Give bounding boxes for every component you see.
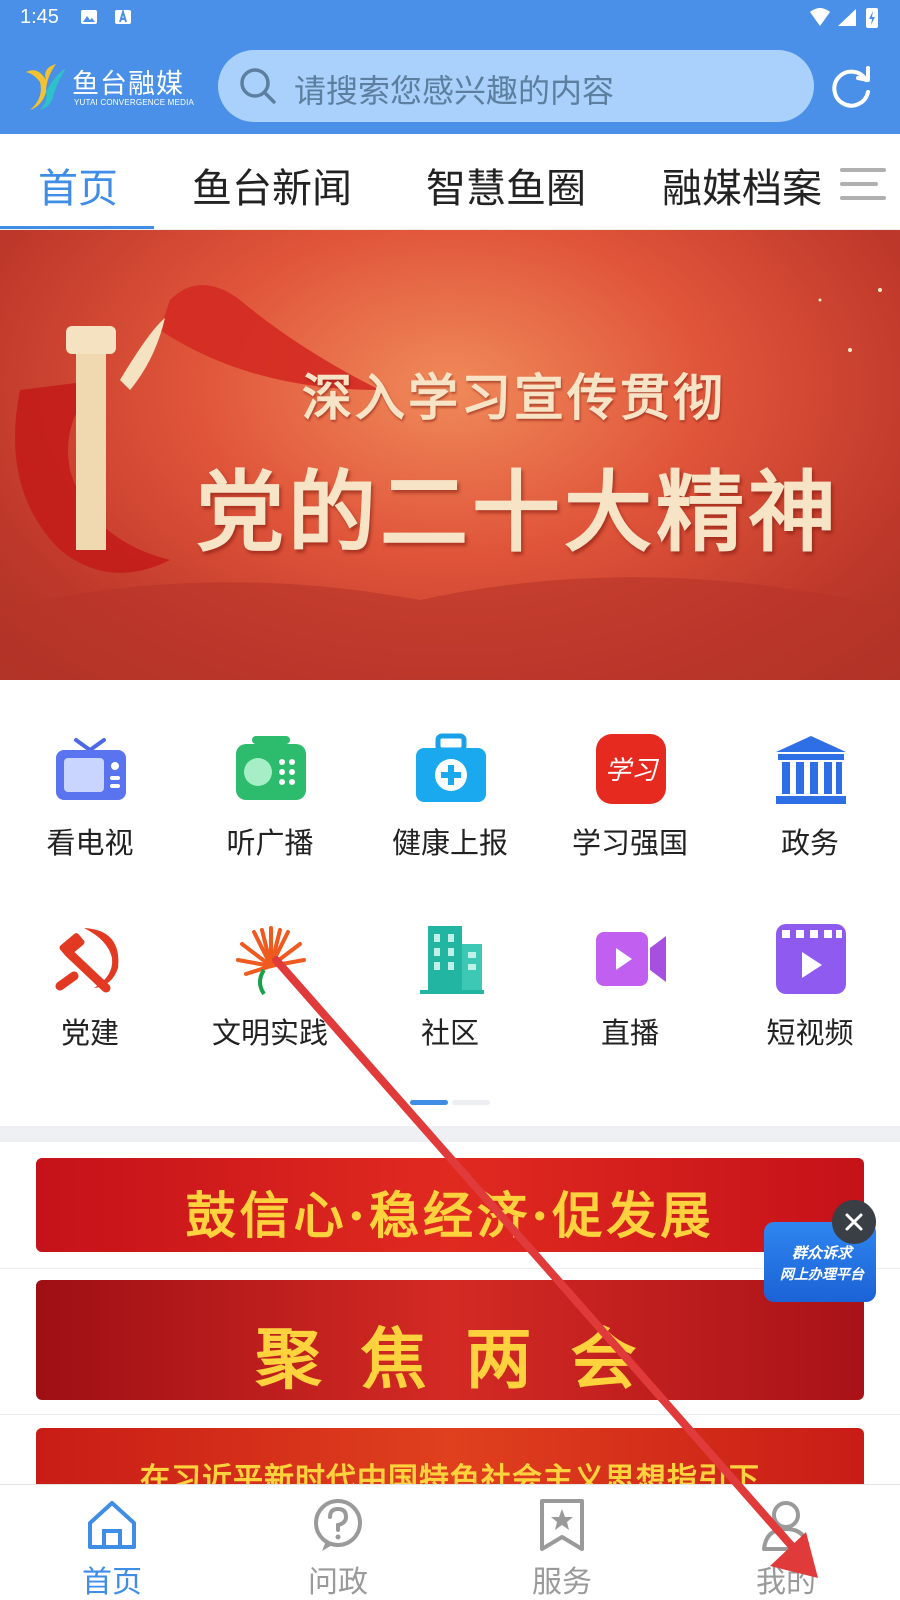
section-divider [0,1126,900,1142]
tv-icon [56,738,126,800]
tab-yutai-news[interactable]: 鱼台新闻 [192,156,352,214]
promo-text: 在习近平新时代中国特色社会主义思想指引下 [140,1462,760,1484]
government-building-icon [776,736,846,804]
nav-label: 我的 [756,1565,816,1600]
nav-label: 首页 [82,1565,142,1600]
search-placeholder: 请搜索您感兴趣的内容 [294,72,615,110]
nav-service[interactable]: 服务 [472,1485,652,1600]
grid-label: 短视频 [766,1016,854,1050]
promo-banner-two-sessions[interactable]: 聚 焦 两 会 [36,1280,864,1400]
home-icon [88,1501,136,1549]
promo-text: 鼓信心·稳经济·促发展 [185,1186,715,1245]
system-icons [810,8,878,28]
radio-icon [236,736,306,800]
short-video-icon [776,924,846,994]
nav-home[interactable]: 首页 [22,1485,202,1600]
grid-item-live[interactable]: 直播 [540,880,720,1050]
huabiao-column-icon [76,350,106,550]
wifi-icon [810,8,830,26]
active-tab-indicator [0,226,154,229]
civilization-practice-icon [236,926,306,996]
tab-media-archive[interactable]: 融媒档案 [662,156,822,214]
banner-line1: 深入学习宣传贯彻 [302,368,726,427]
promo-text: 聚 焦 两 会 [255,1320,645,1398]
status-bar: 1:45 [0,0,900,36]
widget-line1: 群众诉求 [791,1244,852,1262]
grid-item-xuexi[interactable]: 学习 学习强国 [540,690,720,860]
grid-item-civilization-practice[interactable]: 文明实践 [180,880,360,1050]
tab-home[interactable]: 首页 [38,156,118,214]
signal-icon [838,9,856,26]
nav-mine[interactable]: 我的 [696,1485,876,1600]
grid-item-radio[interactable]: 听广播 [180,690,360,860]
community-building-icon [420,926,484,994]
status-time: 1:45 [20,6,59,28]
grid-item-government[interactable]: 政务 [720,690,900,860]
hero-banner[interactable]: 深入学习宣传贯彻 党的二十大精神 [0,230,900,680]
close-icon[interactable] [832,1200,876,1244]
a-notification-icon [115,9,131,24]
grid-label: 听广播 [226,826,314,860]
grid-label: 看电视 [46,826,134,860]
tab-smart-fish-circle[interactable]: 智慧鱼圈 [426,156,586,214]
widget-line2: 网上办理平台 [780,1267,864,1283]
channel-menu-icon[interactable] [836,164,888,204]
xuexi-qiangguo-icon: 学习 [596,734,666,804]
medical-kit-icon [416,733,486,802]
fish-logo-icon [26,64,66,110]
refresh-icon[interactable] [826,62,876,112]
search-input[interactable]: 请搜索您感兴趣的内容 [218,50,814,122]
live-video-icon [596,932,666,986]
grid-label: 社区 [420,1016,479,1050]
app-logo[interactable]: 鱼台融媒 YUTAI CONVERGENCE MEDIA [22,58,197,114]
service-star-icon [540,1499,584,1551]
hammer-sickle-icon [55,928,119,993]
profile-icon [762,1501,810,1551]
grid-label: 健康上报 [391,826,508,860]
channel-tabs: 首页 鱼台新闻 智慧鱼圈 融媒档案 [0,134,900,230]
nav-inquiry[interactable]: 问政 [248,1485,428,1600]
grid-label: 文明实践 [211,1016,328,1050]
nav-label: 问政 [308,1565,368,1600]
grid-item-party-building[interactable]: 党建 [0,880,180,1050]
image-notification-icon [81,10,97,24]
app-screen: 1:45 鱼台融媒 YUTAI CONVERGENCE MEDIA 请搜索您感兴… [0,0,900,1600]
nav-label: 服务 [532,1565,592,1600]
grid-label: 党建 [60,1016,119,1050]
search-icon [240,68,276,104]
banner-line2: 党的二十大精神 [196,460,841,564]
service-grid: 看电视 听广播 健康上报 学习 学习强国 政务 党建 文明实践 社区 直播 短视… [0,690,900,1110]
header: 1:45 鱼台融媒 YUTAI CONVERGENCE MEDIA 请搜索您感兴… [0,0,900,134]
logo-subtitle: YUTAI CONVERGENCE MEDIA [74,98,195,107]
pager-dot [452,1100,490,1105]
grid-label: 政务 [780,826,839,860]
grid-label: 学习强国 [571,826,688,860]
grid-item-tv[interactable]: 看电视 [0,690,180,860]
grid-item-community[interactable]: 社区 [360,880,540,1050]
grid-label: 直播 [600,1016,659,1050]
question-icon [314,1499,362,1551]
promo-banner-thought[interactable]: 在习近平新时代中国特色社会主义思想指引下 [36,1428,864,1484]
logo-name: 鱼台融媒 [72,69,184,100]
pager-dot-active [410,1100,448,1105]
promo-banner-economy[interactable]: 鼓信心·稳经济·促发展 [36,1158,864,1252]
divider [0,1414,900,1415]
grid-item-short-video[interactable]: 短视频 [720,880,900,1050]
bottom-nav: 首页 问政 服务 我的 [0,1484,900,1600]
grid-item-health-report[interactable]: 健康上报 [360,690,540,860]
svg-text:学习: 学习 [605,756,660,786]
